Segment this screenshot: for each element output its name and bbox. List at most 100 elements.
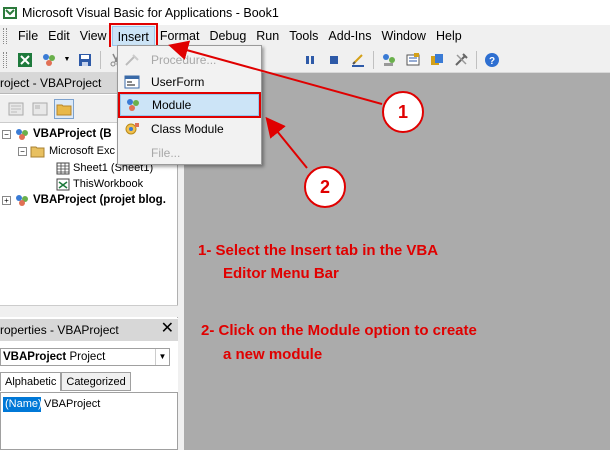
standard-toolbar: ▼ ? bbox=[0, 47, 610, 73]
menu-tools[interactable]: Tools bbox=[284, 26, 323, 46]
stop-icon bbox=[330, 55, 338, 64]
view-excel-button[interactable] bbox=[15, 50, 35, 70]
toolbar-grip[interactable] bbox=[3, 51, 7, 68]
object-name: VBAProject bbox=[3, 351, 67, 363]
annotation-step2: 2- Click on the Module option to create bbox=[201, 322, 477, 339]
menu-item-label: Procedure... bbox=[151, 53, 217, 67]
menu-window[interactable]: Window bbox=[377, 26, 431, 46]
toolbar-separator bbox=[100, 50, 101, 69]
menu-bar: File Edit View Insert Format Debug Run T… bbox=[0, 23, 610, 49]
object-browser-button[interactable] bbox=[427, 50, 447, 70]
worksheet-icon bbox=[56, 162, 70, 174]
tree-item-vbaproject-blog[interactable]: + VBAProject (projet blog. bbox=[2, 192, 166, 208]
view-code-button[interactable] bbox=[6, 99, 26, 119]
menu-item-file[interactable]: File... bbox=[120, 142, 259, 164]
object-select[interactable]: VBAProject Project ▼ bbox=[0, 348, 170, 366]
tab-categorized[interactable]: Categorized bbox=[61, 372, 131, 391]
project-explorer-icon bbox=[383, 53, 395, 66]
title-bar: Microsoft Visual Basic for Applications … bbox=[0, 0, 610, 25]
window-title: Microsoft Visual Basic for Applications … bbox=[22, 5, 279, 20]
menu-item-userform[interactable]: UserForm bbox=[120, 71, 259, 93]
properties-window-button[interactable] bbox=[403, 50, 423, 70]
workbook-icon bbox=[56, 178, 70, 190]
menu-run[interactable]: Run bbox=[251, 26, 284, 46]
tree-item-label: VBAProject (B bbox=[33, 128, 112, 140]
property-value[interactable]: VBAProject bbox=[41, 397, 100, 412]
vbaproject-icon bbox=[16, 129, 28, 140]
annotation-step2-cont: a new module bbox=[223, 346, 323, 363]
expand-icon[interactable]: + bbox=[2, 195, 11, 205]
step-badge-2: 2 bbox=[304, 166, 346, 208]
break-button[interactable] bbox=[300, 50, 320, 70]
toggle-folders-button[interactable] bbox=[54, 98, 74, 119]
menu-format[interactable]: Format bbox=[155, 26, 205, 46]
properties-icon bbox=[406, 52, 420, 65]
module-icon bbox=[124, 97, 142, 113]
toolbar-separator bbox=[476, 50, 477, 69]
design-mode-button[interactable] bbox=[348, 50, 368, 70]
project-tree-scrollbar[interactable] bbox=[0, 305, 178, 317]
vba-app-icon bbox=[3, 6, 17, 19]
project-explorer-button[interactable] bbox=[379, 50, 399, 70]
menu-item-class-module[interactable]: Class Module bbox=[120, 118, 259, 140]
tab-alphabetic[interactable]: Alphabetic bbox=[0, 372, 62, 391]
close-icon[interactable]: ✕ bbox=[161, 321, 174, 337]
properties-pane-title: roperties - VBAProject ✕ bbox=[0, 319, 178, 341]
pause-icon bbox=[306, 55, 314, 64]
tree-item-vbaproject-book1[interactable]: − VBAProject (B bbox=[2, 126, 112, 142]
chevron-down-icon[interactable]: ▼ bbox=[155, 349, 169, 365]
insert-menu: Procedure... UserForm Module Class Modul… bbox=[117, 45, 262, 165]
property-row[interactable]: (Name) VBAProject bbox=[3, 397, 100, 412]
object-type: Project bbox=[69, 351, 106, 363]
save-button[interactable] bbox=[75, 50, 95, 70]
insert-dropdown-button[interactable]: ▼ bbox=[63, 50, 71, 70]
menu-item-label: UserForm bbox=[151, 75, 205, 89]
properties-title-text: roperties - VBAProject bbox=[0, 323, 119, 337]
folder-open-icon bbox=[30, 146, 45, 157]
collapse-icon[interactable]: − bbox=[18, 146, 27, 156]
annotation-step1-cont: Editor Menu Bar bbox=[223, 265, 339, 282]
menu-view[interactable]: View bbox=[75, 26, 112, 46]
view-object-button[interactable] bbox=[30, 99, 50, 119]
design-mode-icon bbox=[352, 53, 364, 67]
help-button[interactable]: ? bbox=[482, 50, 502, 70]
toolbox-icon bbox=[455, 52, 468, 66]
reset-button[interactable] bbox=[324, 50, 344, 70]
menu-insert[interactable]: Insert bbox=[108, 23, 158, 49]
menubar-grip[interactable] bbox=[3, 28, 7, 44]
step-badge-1: 1 bbox=[382, 91, 424, 133]
help-icon: ? bbox=[485, 52, 499, 67]
class-module-icon bbox=[123, 121, 141, 137]
tree-item-excel-objects[interactable]: − Microsoft Exc bbox=[18, 143, 115, 159]
menu-add-ins[interactable]: Add-Ins bbox=[323, 26, 376, 46]
properties-tabs: Alphabetic Categorized bbox=[0, 372, 178, 392]
property-name: (Name) bbox=[3, 397, 42, 412]
toolbar-separator bbox=[373, 50, 374, 69]
svg-text:?: ? bbox=[489, 56, 495, 67]
folder-icon bbox=[56, 104, 72, 115]
tree-item-label: ThisWorkbook bbox=[73, 178, 144, 190]
menu-item-label: File... bbox=[151, 146, 181, 160]
insert-object-button[interactable] bbox=[39, 50, 59, 70]
object-browser-icon bbox=[431, 53, 443, 65]
tree-item-label: VBAProject (projet blog. bbox=[33, 194, 166, 206]
procedure-icon bbox=[123, 52, 141, 68]
excel-icon bbox=[18, 52, 32, 67]
collapse-icon[interactable]: − bbox=[2, 129, 11, 139]
menu-debug[interactable]: Debug bbox=[204, 26, 251, 46]
save-icon bbox=[79, 53, 91, 66]
tree-item-label: Microsoft Exc bbox=[49, 145, 116, 157]
tree-item-thisworkbook[interactable]: ThisWorkbook bbox=[56, 176, 143, 192]
menu-item-label: Module bbox=[152, 98, 192, 112]
menu-item-procedure[interactable]: Procedure... bbox=[120, 49, 259, 71]
vbaproject-icon bbox=[16, 195, 28, 206]
insert-module-icon bbox=[43, 53, 55, 66]
menu-edit[interactable]: Edit bbox=[43, 26, 75, 46]
userform-icon bbox=[123, 74, 141, 90]
menu-help[interactable]: Help bbox=[431, 26, 467, 46]
menu-item-label: Class Module bbox=[151, 122, 224, 136]
view-object-icon bbox=[32, 102, 48, 115]
toolbox-button[interactable] bbox=[451, 50, 471, 70]
menu-file[interactable]: File bbox=[13, 26, 43, 46]
menu-item-module[interactable]: Module bbox=[118, 92, 261, 118]
